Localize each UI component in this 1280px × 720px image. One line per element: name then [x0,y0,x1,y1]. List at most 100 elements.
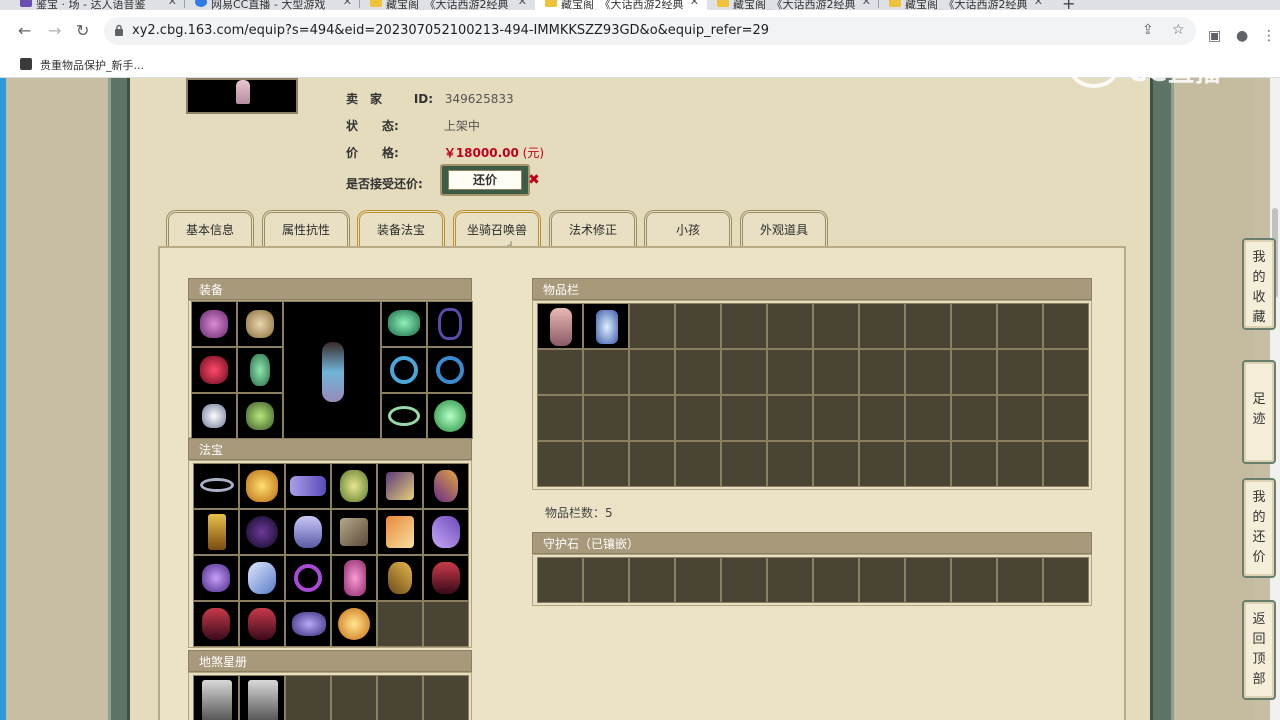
footprints-button[interactable]: 足迹 [1242,360,1276,464]
guard-stone-slot[interactable] [859,557,905,603]
inventory-slot[interactable] [721,441,767,487]
fabao-slot[interactable] [193,555,239,601]
tab-basic-info[interactable]: 基本信息 [166,210,254,248]
fabao-slot[interactable] [285,463,331,509]
fabao-slot[interactable] [423,463,469,509]
menu-kebab-icon[interactable]: ⋮ [1262,28,1276,44]
inventory-slot[interactable] [905,303,951,349]
fabao-slot[interactable] [331,601,377,647]
inventory-slot[interactable] [997,349,1043,395]
inventory-slot[interactable] [905,395,951,441]
fabao-slot[interactable] [285,509,331,555]
inventory-slot[interactable] [629,395,675,441]
close-icon[interactable]: ✖ [528,172,540,188]
fabao-slot[interactable] [377,509,423,555]
inventory-slot[interactable] [675,441,721,487]
guard-stone-slot[interactable] [813,557,859,603]
tab-appearance[interactable]: 外观道具 [740,210,828,248]
inventory-slot[interactable] [813,349,859,395]
inventory-slot[interactable] [905,441,951,487]
inventory-slot[interactable] [997,441,1043,487]
dishaxingce-slot-empty[interactable] [423,675,469,720]
my-favorites-button[interactable]: 我的收藏 [1242,238,1276,330]
inventory-slot[interactable] [859,441,905,487]
reload-icon[interactable]: ↻ [76,22,89,40]
my-counter-offers-button[interactable]: 我的还价 [1242,478,1276,578]
inventory-slot[interactable] [997,303,1043,349]
inventory-slot[interactable] [813,441,859,487]
inventory-slot[interactable] [905,349,951,395]
close-icon[interactable]: ✕ [518,0,527,8]
fabao-slot[interactable] [285,555,331,601]
close-icon[interactable]: ✕ [343,0,352,8]
tab-equipment-fabao[interactable]: 装备法宝 [357,210,445,248]
equipment-slot[interactable] [191,347,237,393]
fabao-slot[interactable] [193,463,239,509]
bookmark-item[interactable]: 贵重物品保护_新手... [40,57,144,73]
fabao-slot[interactable] [239,601,285,647]
guard-stone-slot[interactable] [629,557,675,603]
inventory-slot[interactable] [951,349,997,395]
inventory-slot[interactable] [997,395,1043,441]
inventory-slot[interactable] [721,349,767,395]
inventory-slot[interactable] [583,441,629,487]
inventory-slot[interactable] [767,303,813,349]
dishaxingce-slot-empty[interactable] [377,675,423,720]
equipment-slot[interactable] [381,301,427,347]
dishaxingce-slot-empty[interactable] [285,675,331,720]
inventory-slot[interactable] [767,441,813,487]
dishaxingce-slot[interactable] [193,675,239,720]
guard-stone-slot[interactable] [905,557,951,603]
inventory-slot[interactable] [1043,395,1089,441]
fabao-slot[interactable] [423,509,469,555]
fabao-slot[interactable] [239,509,285,555]
fabao-slot-empty[interactable] [423,601,469,647]
fabao-slot[interactable] [285,601,331,647]
fabao-slot[interactable] [377,555,423,601]
fabao-slot[interactable] [193,509,239,555]
inventory-slot[interactable] [675,303,721,349]
guard-stone-slot[interactable] [537,557,583,603]
equipment-slot[interactable] [381,393,427,439]
inventory-slot[interactable] [629,349,675,395]
browser-tab-6[interactable]: 藏宝阁_《大话西游2经典 ✕ [879,0,1051,10]
browser-tab-2[interactable]: 网易CC直播 - 大型游戏 ✕ [185,0,360,10]
sidebar-toggle-icon[interactable]: ▣ [1208,28,1221,44]
fabao-slot[interactable] [239,555,285,601]
close-icon[interactable]: ✕ [168,0,177,8]
guard-stone-slot[interactable] [951,557,997,603]
guard-stone-slot[interactable] [997,557,1043,603]
bookmark-star-icon[interactable]: ☆ [1172,22,1185,38]
fabao-slot[interactable] [331,555,377,601]
inventory-slot[interactable] [583,303,629,349]
profile-icon[interactable]: ● [1236,28,1248,44]
inventory-slot[interactable] [859,303,905,349]
equipment-slot[interactable] [427,393,473,439]
close-icon[interactable]: ✕ [862,0,871,8]
inventory-slot[interactable] [721,395,767,441]
inventory-slot[interactable] [537,303,583,349]
guard-stone-slot[interactable] [721,557,767,603]
lock-icon[interactable] [114,24,124,36]
forward-arrow-icon[interactable]: → [48,22,61,40]
tab-spell-correction[interactable]: 法术修正 [549,210,637,248]
inventory-slot[interactable] [813,303,859,349]
inventory-slot[interactable] [951,441,997,487]
inventory-slot[interactable] [1043,441,1089,487]
counter-offer-button[interactable]: 还价 [440,164,530,196]
url-text[interactable]: xy2.cbg.163.com/equip?s=494&eid=20230705… [132,23,769,38]
inventory-slot[interactable] [629,303,675,349]
inventory-slot[interactable] [859,349,905,395]
tab-mount-summon[interactable]: 坐骑召唤兽 [453,210,541,248]
fabao-slot[interactable] [331,463,377,509]
inventory-slot[interactable] [583,349,629,395]
inventory-slot[interactable] [537,395,583,441]
browser-tab-4-active[interactable]: 藏宝阁_《大话西游2经典 ✕ [535,0,707,10]
equipment-slot[interactable] [427,301,473,347]
equipment-slot[interactable] [427,347,473,393]
inventory-slot[interactable] [675,349,721,395]
back-arrow-icon[interactable]: ← [18,22,31,40]
inventory-slot[interactable] [675,395,721,441]
close-icon[interactable]: ✕ [1034,0,1043,8]
fabao-slot-empty[interactable] [377,601,423,647]
